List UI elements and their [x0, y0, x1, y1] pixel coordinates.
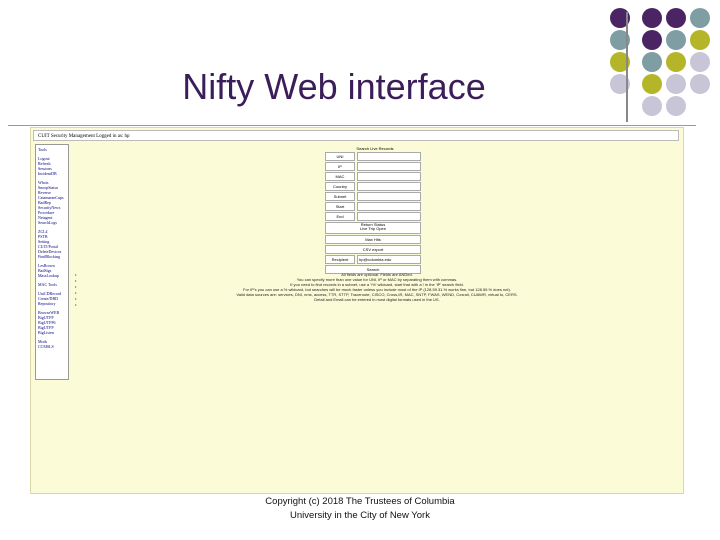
end-input[interactable] — [357, 212, 421, 221]
sidebar-group: ZCL4 PSTB Setting CUIT/Portal DeleteDevi… — [38, 229, 66, 259]
sidebar-link[interactable]: SearchLogs — [38, 220, 66, 225]
sidebar-link[interactable]: MassLookup — [38, 273, 66, 278]
recipient-input[interactable]: hp@columbia.edu — [357, 255, 421, 264]
max-hits-field[interactable]: Max Hits — [325, 235, 421, 244]
form-row: Return Status Live Trip Open — [325, 222, 425, 234]
field-label: MAC — [325, 172, 355, 181]
form-row: Start — [325, 202, 425, 211]
field-label: Country — [325, 182, 355, 191]
sidebar-group: MAC Tools — [38, 282, 66, 287]
start-input[interactable] — [357, 202, 421, 211]
field-label: IP — [325, 162, 355, 171]
footer-line: Copyright (c) 2018 The Trustees of Colum… — [265, 496, 455, 507]
ip-input[interactable] — [357, 162, 421, 171]
form-row: End — [325, 212, 425, 221]
form-row: MAC — [325, 172, 425, 181]
app-header: CUIT Security Management Logged in as: h… — [33, 130, 679, 141]
uni-input[interactable] — [357, 152, 421, 161]
dot — [666, 30, 686, 50]
field-label: Subnet — [325, 192, 355, 201]
search-form: Search Live Records UNI IP MAC Country S… — [325, 146, 425, 274]
form-title: Search Live Records — [356, 146, 394, 151]
sidebar-link[interactable]: IncidentDB — [38, 171, 66, 176]
radio-options[interactable]: Live Trip Open — [326, 227, 420, 231]
return-status-group: Return Status Live Trip Open — [325, 222, 421, 234]
sidebar-link[interactable]: Tools — [38, 147, 66, 152]
sidebar-group: Whois SnoopStatus Reverse CatamaranCups … — [38, 180, 66, 225]
csv-export-checkbox[interactable]: CSV export — [325, 245, 421, 254]
sidebar-group: Logout Refresh Sessions IncidentDB — [38, 156, 66, 176]
browser-screenshot: CUIT Security Management Logged in as: h… — [30, 127, 684, 494]
sidebar-group: Mods CCMSLS — [38, 339, 66, 349]
footer-line: University in the City of New York — [290, 510, 430, 521]
sidebar-group: Tools — [38, 147, 66, 152]
dot — [642, 30, 662, 50]
sidebar-link[interactable]: FindBlocking — [38, 254, 66, 259]
field-label: End — [325, 212, 355, 221]
dot — [690, 52, 710, 72]
mac-input[interactable] — [357, 172, 421, 181]
sidebar-group: UniCDRecord Create/DBD Repository — [38, 291, 66, 306]
sidebar-link[interactable]: CCMSLS — [38, 344, 66, 349]
sidebar-group: BrowseWEB BigUTFP BigUTFP6 BigUTFP BigLi… — [38, 310, 66, 335]
help-notes: All fields are optional. Fields are ANDe… — [217, 272, 537, 302]
help-note: Detail and Email can be entered in most … — [314, 297, 440, 302]
sidebar-link[interactable]: Repository — [38, 301, 66, 306]
dot — [642, 8, 662, 28]
title-underline — [8, 125, 696, 126]
field-label: Start — [325, 202, 355, 211]
form-row: Country — [325, 182, 425, 191]
bullet: • — [75, 302, 77, 307]
dot — [690, 8, 710, 28]
slide-title: Nifty Web interface — [182, 66, 486, 107]
dot — [666, 8, 686, 28]
field-label: Recipient — [325, 255, 355, 264]
dot — [666, 74, 686, 94]
form-row: CSV export — [325, 245, 425, 254]
field-label: UNI — [325, 152, 355, 161]
dot — [690, 30, 710, 50]
dot — [666, 96, 686, 116]
copyright-footer: Copyright (c) 2018 The Trustees of Colum… — [0, 495, 720, 523]
dot — [666, 52, 686, 72]
country-input[interactable] — [357, 182, 421, 191]
sidebar-menu: Tools Logout Refresh Sessions IncidentDB… — [35, 144, 69, 380]
sidebar-group: LesBrown BadSigs MassLookup — [38, 263, 66, 278]
sidebar-link[interactable]: BigListen — [38, 330, 66, 335]
subnet-input[interactable] — [357, 192, 421, 201]
bullet-markers: • • • • • • — [75, 272, 76, 308]
form-row: Recipient hp@columbia.edu — [325, 255, 425, 264]
sidebar-link[interactable]: MAC Tools — [38, 282, 66, 287]
form-row: UNI — [325, 152, 425, 161]
dot — [690, 74, 710, 94]
form-row: Subnet — [325, 192, 425, 201]
form-row: Max Hits — [325, 235, 425, 244]
form-row: IP — [325, 162, 425, 171]
